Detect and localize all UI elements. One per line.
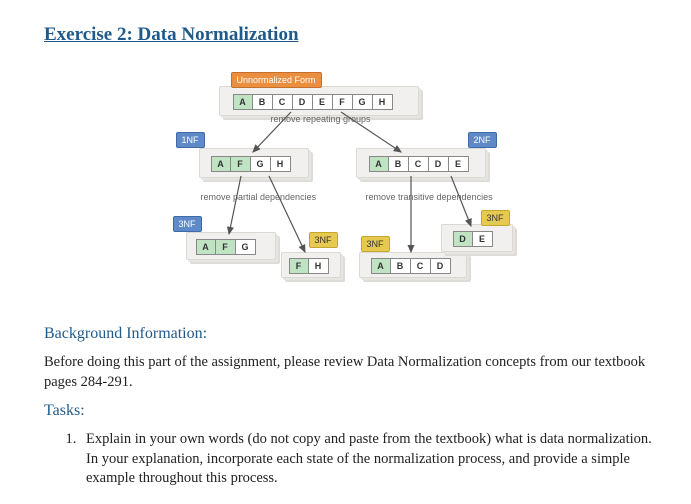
badge-unnormalized: Unnormalized Form <box>231 72 322 88</box>
cell: D <box>293 94 313 110</box>
badge-1nf: 1NF <box>176 132 205 148</box>
cell: H <box>309 258 329 274</box>
cell: B <box>389 156 409 172</box>
cell: E <box>473 231 493 247</box>
cell: F <box>289 258 309 274</box>
task-item-1: Explain in your own words (do not copy a… <box>80 430 657 489</box>
cell: A <box>369 156 389 172</box>
cell: A <box>196 239 216 255</box>
cell: A <box>233 94 253 110</box>
cell: F <box>333 94 353 110</box>
cell: G <box>353 94 373 110</box>
diagram-container: Unnormalized Form 1NF 2NF 3NF 3NF 3NF 3N… <box>44 64 657 299</box>
cell: A <box>371 258 391 274</box>
row-2nf-right: A B C D E <box>369 156 469 172</box>
caption-transitive: remove transitive dependencies <box>366 192 493 202</box>
row-3nf-c: D E <box>453 231 493 247</box>
cell: H <box>373 94 393 110</box>
row-1nf-left: A F G H <box>211 156 291 172</box>
badge-3nf-mid1: 3NF <box>309 232 338 248</box>
cell: B <box>253 94 273 110</box>
normalization-diagram: Unnormalized Form 1NF 2NF 3NF 3NF 3NF 3N… <box>141 64 561 299</box>
cell: E <box>449 156 469 172</box>
cell: G <box>236 239 256 255</box>
background-heading: Background Information: <box>44 325 657 343</box>
row-3nf-a: A F G <box>196 239 256 255</box>
badge-3nf-right: 3NF <box>481 210 510 226</box>
cell: B <box>391 258 411 274</box>
cell: C <box>409 156 429 172</box>
cell: A <box>211 156 231 172</box>
cell: E <box>313 94 333 110</box>
tasks-heading: Tasks: <box>44 402 657 420</box>
badge-2nf: 2NF <box>468 132 497 148</box>
cell: C <box>273 94 293 110</box>
caption-repeating: remove repeating groups <box>271 114 371 124</box>
cell: F <box>231 156 251 172</box>
background-text: Before doing this part of the assignment… <box>44 353 657 392</box>
exercise-title: Exercise 2: Data Normalization <box>44 24 657 46</box>
cell: F <box>216 239 236 255</box>
row-3nf-d: A B C D <box>371 258 451 274</box>
tasks-list: Explain in your own words (do not copy a… <box>80 430 657 489</box>
row-3nf-b: F H <box>289 258 329 274</box>
cell: D <box>453 231 473 247</box>
cell: H <box>271 156 291 172</box>
caption-partial: remove partial dependencies <box>201 192 317 202</box>
cell: G <box>251 156 271 172</box>
row-unf: A B C D E F G H <box>233 94 393 110</box>
badge-3nf-left: 3NF <box>173 216 202 232</box>
cell: D <box>429 156 449 172</box>
badge-3nf-mid2: 3NF <box>361 236 390 252</box>
cell: C <box>411 258 431 274</box>
cell: D <box>431 258 451 274</box>
